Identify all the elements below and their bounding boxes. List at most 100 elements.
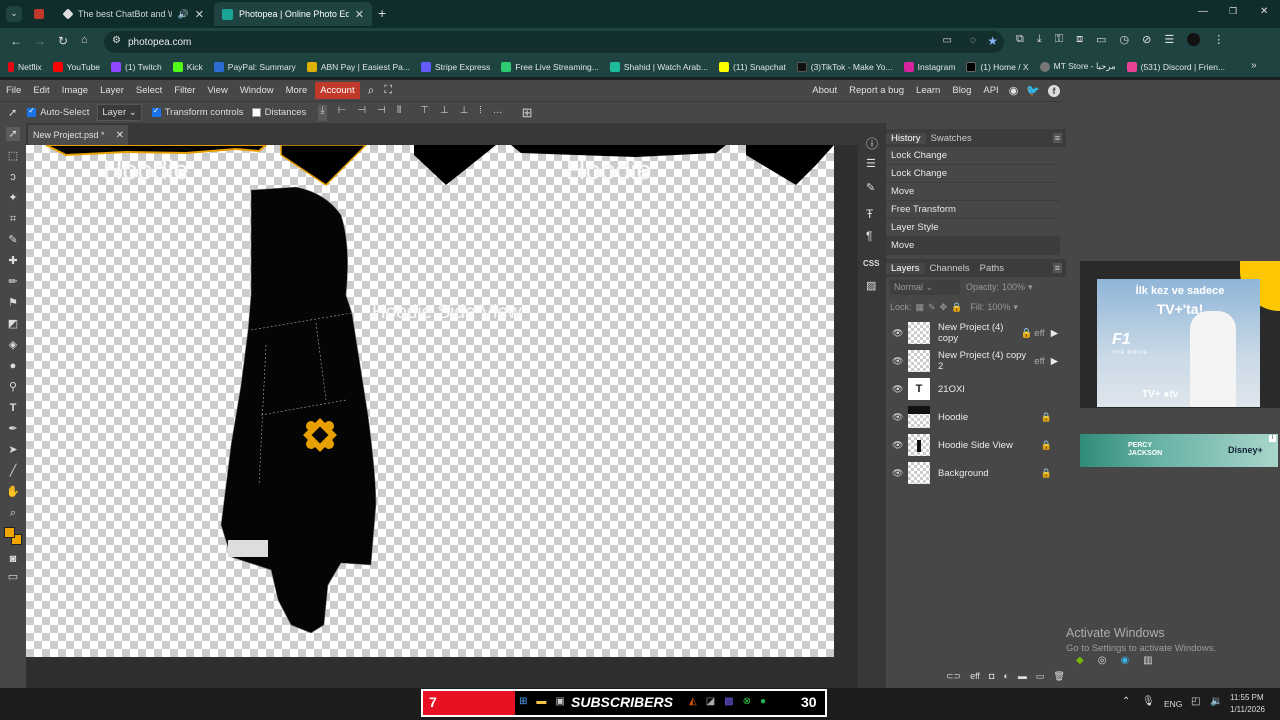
tray-chevron-icon[interactable]: ⌃	[1122, 696, 1130, 707]
key-icon[interactable]: ⚿	[1055, 33, 1063, 46]
tab-layers[interactable]: Layers	[886, 262, 925, 274]
volume-icon[interactable]: 🔉	[1210, 696, 1222, 707]
brush-settings-icon[interactable]: ✎	[866, 181, 875, 194]
menu-filter[interactable]: Filter	[168, 85, 201, 96]
checkbox[interactable]	[151, 106, 161, 117]
layer-effects-label[interactable]: eff	[1034, 356, 1044, 367]
bookmark-youtube[interactable]: YouTube	[52, 61, 100, 72]
visibility-eye-icon[interactable]: 👁	[892, 328, 903, 339]
file-explorer-icon[interactable]: ▬	[536, 696, 546, 707]
account-button[interactable]: Account	[315, 82, 360, 99]
panel-menu-icon[interactable]: ≡	[1052, 263, 1062, 273]
obs-icon[interactable]: ◎	[1098, 655, 1107, 666]
eye-off-icon[interactable]: ◌	[970, 35, 976, 46]
ad-close-icon[interactable]: i	[1269, 435, 1276, 442]
microphone-icon[interactable]: 🎙	[1142, 696, 1155, 707]
crop-tool-icon[interactable]: ⌗	[6, 212, 20, 226]
close-document-icon[interactable]: ✕	[116, 130, 124, 141]
bookmark-shahid[interactable]: Shahid | Watch Arab...	[609, 61, 708, 72]
brush-tool-icon[interactable]: ✏	[6, 275, 20, 289]
more-bookmarks-icon[interactable]: »	[1251, 60, 1257, 71]
visibility-eye-icon[interactable]: 👁	[892, 412, 903, 423]
pen-tool-icon[interactable]: ✒	[6, 422, 20, 436]
marquee-tool-icon[interactable]: ⬚	[6, 149, 20, 163]
xbox-icon[interactable]: ⊗	[743, 696, 751, 707]
history-icon[interactable]: ◷	[1120, 33, 1130, 46]
close-window-icon[interactable]: ✕	[1260, 6, 1268, 17]
align-left-icon[interactable]: ⊢	[338, 105, 347, 121]
layer-row[interactable]: 👁 Hoodie 🔒	[886, 403, 1058, 431]
info-icon[interactable]: ⓘ	[866, 135, 878, 152]
move-tool-icon[interactable]: ➚	[6, 127, 20, 141]
align-right-icon[interactable]: ⊣	[377, 105, 386, 121]
distribute-v-icon[interactable]: ⦙	[479, 105, 481, 121]
facebook-icon[interactable]: f	[1048, 84, 1060, 97]
app3-taskbar-icon[interactable]: ▩	[724, 696, 733, 707]
history-item[interactable]: Free Transform	[886, 201, 1060, 219]
history-item[interactable]: Lock Change	[886, 165, 1060, 183]
opacity-value[interactable]: 100%	[1002, 282, 1025, 292]
layer-mask-icon[interactable]: ◘	[989, 671, 994, 682]
new-tab-button[interactable]: +	[378, 5, 386, 21]
visibility-eye-icon[interactable]: 👁	[892, 384, 903, 395]
layer-row[interactable]: 👁 New Project (4) copy 🔒 eff ▶	[886, 319, 1058, 347]
document-tab[interactable]: New Project.psd * ✕	[28, 125, 128, 145]
menu-api[interactable]: API	[977, 85, 1004, 96]
menu-about[interactable]: About	[806, 85, 843, 96]
home-icon[interactable]: ⌂	[81, 34, 88, 46]
screen-mode-icon[interactable]: ▭	[6, 570, 20, 584]
minimize-window-icon[interactable]: —	[1198, 6, 1208, 17]
fill-arrow-icon[interactable]: ▾	[1013, 302, 1018, 313]
tab-swatches[interactable]: Swatches	[926, 133, 977, 144]
taskbar-app-icon[interactable]: ▣	[555, 696, 564, 707]
layer-select-dropdown[interactable]: Layer ⌄	[97, 104, 142, 121]
app2-taskbar-icon[interactable]: ◪	[706, 696, 715, 707]
clock-date[interactable]: 1/11/2026	[1230, 705, 1265, 714]
bookmark-x[interactable]: (1) Home / X	[966, 61, 1029, 72]
link-icon[interactable]: ⊘	[1142, 33, 1151, 46]
menu-learn[interactable]: Learn	[910, 85, 946, 96]
visibility-eye-icon[interactable]: 👁	[892, 468, 903, 479]
network-icon[interactable]: ◰	[1191, 696, 1200, 707]
reading-list-icon[interactable]: ☰	[1164, 33, 1174, 46]
lasso-tool-icon[interactable]: ↄ	[6, 170, 20, 184]
bookmark-kick[interactable]: Kick	[172, 61, 203, 72]
layer-row[interactable]: 👁 New Project (4) copy 2 eff ▶	[886, 347, 1058, 375]
app-icon[interactable]: ▥	[1143, 655, 1152, 666]
panel-menu-icon[interactable]: ≡	[1052, 133, 1062, 143]
tab-paths[interactable]: Paths	[975, 263, 1009, 274]
bookmark-stripe[interactable]: Stripe Express	[420, 61, 490, 72]
adjustment-layer-icon[interactable]: ◐	[1003, 671, 1008, 682]
distances-checkbox[interactable]: Distances	[251, 107, 306, 118]
line-tool-icon[interactable]: ╱	[6, 464, 20, 478]
browser-tab-photopea[interactable]: Photopea | Online Photo Editor ✕	[214, 2, 372, 26]
fullscreen-icon[interactable]: ⛶	[384, 84, 392, 97]
clone-stamp-tool-icon[interactable]: ⚑	[6, 296, 20, 310]
layer-row[interactable]: 👁 Hoodie Side View 🔒	[886, 431, 1058, 459]
bookmark-mtstore[interactable]: MT Store - مرحبا	[1039, 61, 1116, 72]
bookmark-streaming[interactable]: Free Live Streaming...	[501, 61, 599, 72]
menu-window[interactable]: Window	[234, 85, 280, 96]
maximize-window-icon[interactable]: ❐	[1229, 6, 1237, 17]
wallet-icon[interactable]: ▭	[1096, 33, 1106, 46]
bookmark-instagram[interactable]: Instagram	[903, 61, 955, 72]
lock-all-icon[interactable]: 🔒	[951, 302, 962, 313]
reddit-icon[interactable]: ◉	[1009, 84, 1019, 97]
language-indicator[interactable]: ENG	[1164, 699, 1182, 709]
history-item[interactable]: Move	[886, 183, 1060, 201]
photopea-taskbar-icon[interactable]: ◭	[689, 696, 697, 707]
lock-move-icon[interactable]: ✥	[940, 302, 948, 313]
new-layer-icon[interactable]: ▭	[1036, 671, 1045, 682]
auto-select-checkbox[interactable]: Auto-Select	[27, 106, 89, 118]
bookmark-snapchat[interactable]: (11) Snapchat	[718, 61, 786, 72]
grid-icon[interactable]: ⊞	[522, 105, 533, 121]
opacity-arrow-icon[interactable]: ▾	[1028, 282, 1033, 293]
close-tab-icon[interactable]: ✕	[195, 8, 204, 21]
css-icon[interactable]: CSS	[863, 259, 879, 268]
eyedropper-tool-icon[interactable]: ✎	[6, 233, 20, 247]
menu-blog[interactable]: Blog	[946, 85, 977, 96]
reload-icon[interactable]: ↻	[58, 34, 68, 48]
menu-report-bug[interactable]: Report a bug	[843, 85, 910, 96]
move-tool-options-icon[interactable]: ➚	[8, 106, 17, 119]
fill-tool-icon[interactable]: ◈	[6, 338, 20, 352]
